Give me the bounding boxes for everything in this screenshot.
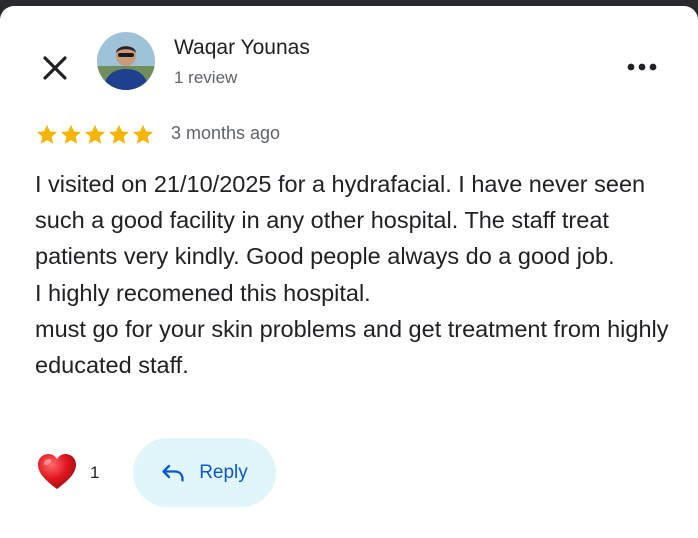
heart-icon [36, 451, 78, 493]
star-icon [109, 124, 129, 144]
review-card: Waqar Younas 1 review 3 months ago I vis… [0, 6, 698, 538]
star-icon [61, 124, 81, 144]
more-horizontal-icon [622, 50, 662, 84]
close-icon [38, 51, 72, 85]
review-paragraph: must go for your skin problems and get t… [35, 315, 669, 379]
more-options-button[interactable] [622, 50, 662, 84]
reply-button[interactable]: Reply [133, 438, 276, 507]
review-time: 3 months ago [171, 123, 281, 143]
star-icon [133, 124, 153, 144]
review-paragraph: I highly recomened this hospital. [35, 279, 371, 306]
star-icon [37, 124, 57, 144]
close-button[interactable] [38, 51, 72, 85]
avatar[interactable] [97, 32, 155, 90]
star-rating [35, 123, 155, 147]
reply-label: Reply [199, 461, 248, 483]
author-review-count: 1 review [174, 68, 238, 87]
like-count: 1 [90, 463, 100, 482]
review-text: I visited on 21/10/2025 for a hydrafacia… [35, 166, 675, 383]
heart-reaction-button[interactable] [36, 451, 78, 493]
author-name[interactable]: Waqar Younas [174, 36, 310, 60]
review-paragraph: I visited on 21/10/2025 for a hydrafacia… [35, 171, 646, 270]
star-icon [85, 124, 105, 144]
reply-arrow-icon [161, 463, 185, 483]
